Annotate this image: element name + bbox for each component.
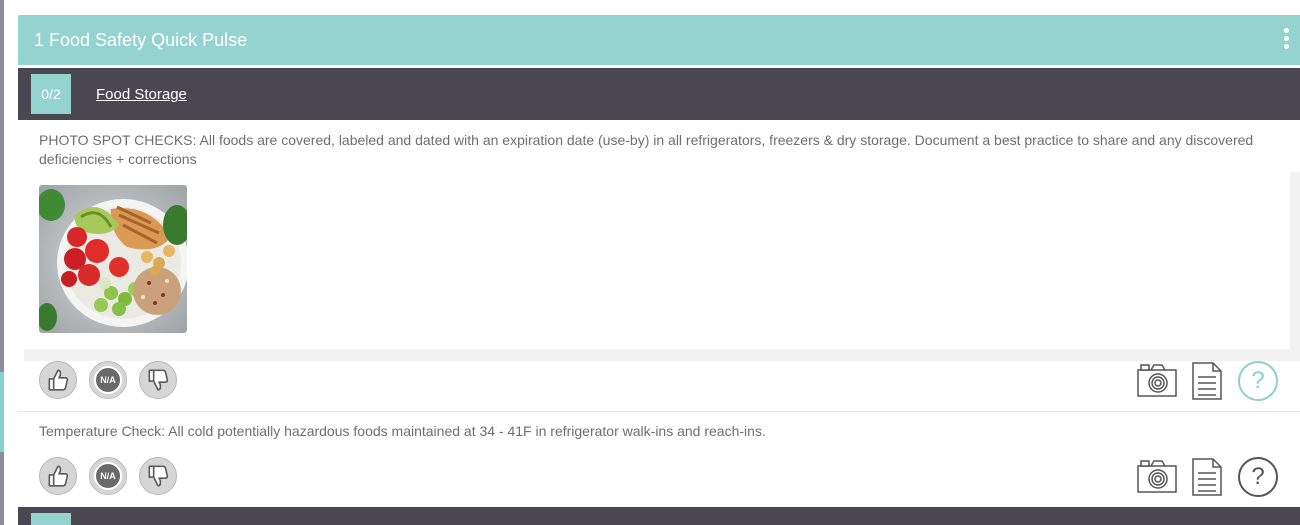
thumbs-up-button[interactable] (39, 361, 77, 399)
camera-button[interactable] (1136, 458, 1178, 499)
next-category-bar (18, 507, 1300, 525)
help-button[interactable]: ? (1238, 457, 1278, 497)
help-button[interactable]: ? (1238, 361, 1278, 401)
na-button[interactable]: N/A (89, 361, 127, 399)
document-button[interactable] (1190, 361, 1224, 406)
food-bowl-photo[interactable] (39, 185, 187, 333)
thumbs-down-button[interactable] (139, 457, 177, 495)
help-icon: ? (1251, 367, 1265, 394)
category-count-badge: 0/2 (31, 74, 71, 114)
question-1-text: PHOTO SPOT CHECKS: All foods are covered… (39, 132, 1254, 167)
question-divider (18, 411, 1300, 412)
category-bar: 0/2 Food Storage (18, 68, 1300, 120)
document-icon (1192, 458, 1222, 496)
na-icon: N/A (94, 462, 122, 490)
section-title: 1 Food Safety Quick Pulse (34, 30, 248, 50)
document-button[interactable] (1190, 457, 1224, 502)
camera-button[interactable] (1136, 362, 1178, 403)
section-header: 1 Food Safety Quick Pulse (18, 15, 1300, 65)
photo-area (24, 172, 1300, 361)
question-2-text: Temperature Check: All cold potentially … (39, 423, 766, 439)
thumbs-down-icon (148, 465, 169, 487)
document-icon (1192, 362, 1222, 400)
thumbs-down-button[interactable] (139, 361, 177, 399)
thumbs-up-icon (48, 369, 69, 391)
na-button[interactable]: N/A (89, 457, 127, 495)
thumbs-down-icon (148, 369, 169, 391)
category-title-link[interactable]: Food Storage (96, 86, 187, 103)
help-icon: ? (1251, 463, 1265, 490)
na-icon: N/A (94, 366, 122, 394)
camera-icon (1137, 460, 1177, 493)
next-category-count-badge (31, 513, 71, 525)
thumbs-up-button[interactable] (39, 457, 77, 495)
kebab-menu-icon[interactable] (1284, 28, 1290, 50)
thumbs-up-icon (48, 465, 69, 487)
left-rail-accent (0, 372, 4, 452)
camera-icon (1137, 364, 1177, 397)
